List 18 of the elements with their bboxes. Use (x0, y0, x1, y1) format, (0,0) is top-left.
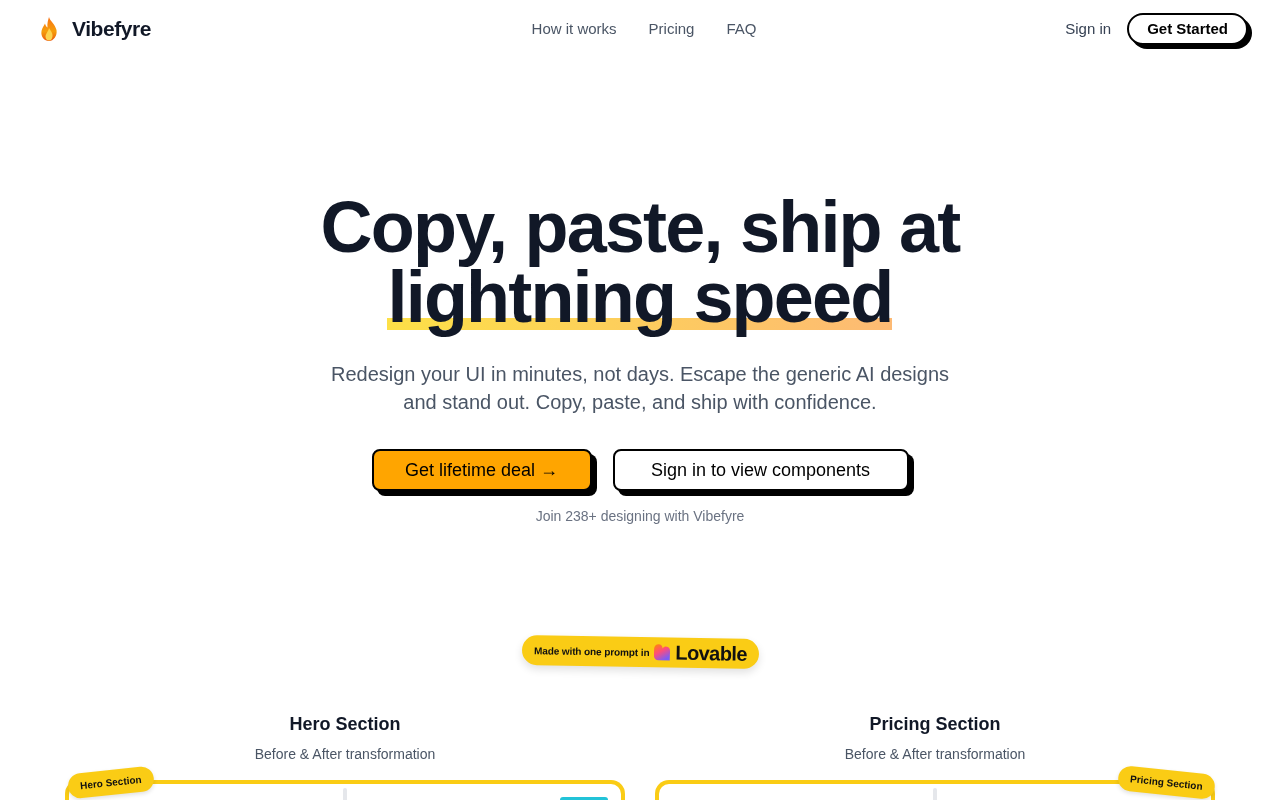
social-proof-text: Join 238+ designing with Vibefyre (535, 507, 745, 526)
section-subtitle: Before & After transformation (254, 745, 436, 764)
flame-icon (40, 16, 58, 42)
nav-link[interactable]: Pricing (648, 17, 695, 41)
section-title: Pricing Section (869, 713, 1001, 736)
section-tag: Pricing Section (1117, 765, 1217, 800)
brand-logo[interactable]: Vibefyre (40, 13, 152, 45)
preview-graphic (560, 797, 608, 800)
section-title: Hero Section (289, 713, 401, 736)
hero-headline: Copy, paste, ship at lightning speed (320, 186, 960, 339)
hero-subtitle: Redesign your UI in minutes, not days. Escape the generic AI designs and stand out. Copy, paste, and ship with confidence. (329, 362, 951, 415)
made-with-badge[interactable]: Made with one prompt in Lovable (521, 634, 759, 670)
sign-in-link[interactable]: Sign in (1065, 17, 1112, 41)
nav-link[interactable]: How it works (531, 17, 617, 41)
heart-logo-icon (653, 643, 671, 662)
section-tag: Hero Section (66, 765, 155, 800)
section-subtitle: Before & After transformation (844, 745, 1026, 764)
nav-link[interactable]: FAQ (726, 17, 757, 41)
